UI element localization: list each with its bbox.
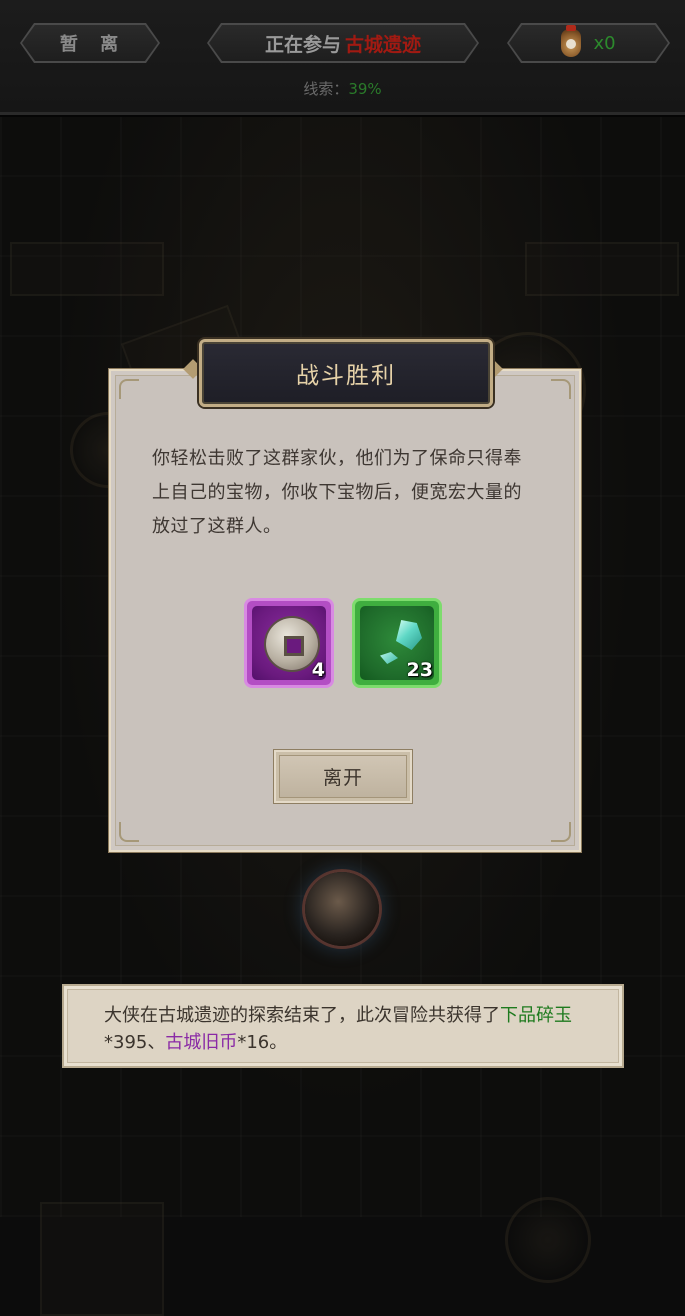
participating-label: 正在参与 (264, 33, 341, 56)
exploration-result-notice: 大侠在古城遗迹的探索结束了，此次冒险共获得了下品碎玉 *395、古城旧币*16。 (62, 984, 624, 1068)
decor-panel (40, 1202, 164, 1316)
decor-panel (525, 242, 679, 296)
hero-portrait[interactable] (305, 872, 379, 946)
leave-button[interactable]: 离开 (274, 750, 412, 803)
ancient-coin-icon (266, 618, 318, 670)
reward-quantity: 23 (406, 659, 433, 681)
location-name: 古城遗迹 (345, 33, 422, 56)
dialog-title: 战斗胜利 (296, 363, 396, 389)
location-banner: 正在参与 古城遗迹 (207, 23, 479, 63)
item-counter[interactable]: x0 (507, 23, 670, 63)
pause-leave-label: 暂 离 (22, 25, 158, 61)
notice-prefix: 大侠在古城遗迹的探索结束了，此次冒险共获得了 (104, 1005, 500, 1026)
notice-item1-name: 下品碎玉 (500, 1005, 572, 1026)
reward-slot-jade[interactable]: 23 (352, 598, 442, 688)
reward-quantity: 4 (311, 659, 325, 681)
decor-medallion (505, 1197, 591, 1283)
wine-jar-icon (561, 29, 581, 57)
dialog-title-plate: 战斗胜利 (199, 339, 493, 407)
notice-item2-name: 古城旧币 (165, 1032, 238, 1053)
dialog-message: 你轻松击败了这群家伙，他们为了保命只得奉上自己的宝物，你收下宝物后，便宽宏大量的… (152, 448, 522, 537)
notice-item1-qty: *395、 (104, 1032, 166, 1053)
corner-ornament (551, 822, 571, 842)
clue-label: 线索： (303, 80, 349, 98)
clue-progress: 线索：39% (0, 78, 685, 99)
corner-ornament (119, 822, 139, 842)
clue-percent: 39% (348, 80, 382, 98)
reward-slot-coin[interactable]: 4 (244, 598, 334, 688)
pause-leave-button[interactable]: 暂 离 (20, 23, 160, 63)
notice-item2-qty: *16。 (237, 1032, 288, 1053)
corner-ornament (551, 379, 571, 399)
corner-ornament (119, 379, 139, 399)
top-bar: 暂 离 正在参与 古城遗迹 x0 线索：39% (0, 0, 685, 115)
item-count: x0 (593, 32, 616, 54)
decor-panel (10, 242, 164, 296)
